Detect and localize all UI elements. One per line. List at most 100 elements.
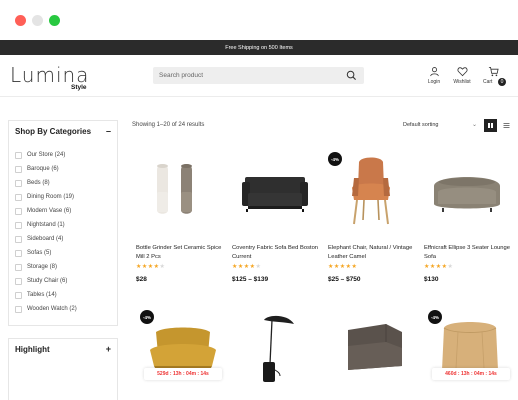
category-item[interactable]: Wooden Watch (2) — [15, 302, 77, 316]
maximize-window-button[interactable] — [49, 15, 60, 26]
spice-mill-image — [157, 164, 192, 214]
cart-icon — [488, 66, 499, 77]
category-item[interactable]: Baroque (6) — [15, 162, 77, 176]
category-item[interactable]: Dining Room (19) — [15, 190, 77, 204]
sofa-bed-image — [242, 177, 308, 212]
search-icon[interactable] — [346, 70, 357, 81]
category-label: Nightstand (1) — [27, 222, 65, 228]
product-price: $125 – $139 — [232, 276, 269, 283]
categories-collapse-button[interactable]: – — [106, 126, 111, 136]
sale-countdown: 460d : 13h : 04m : 14s — [432, 368, 510, 380]
lounge-sofa-image — [434, 177, 500, 212]
wishlist-button[interactable]: Wishlist — [447, 66, 477, 85]
category-label: Sideboard (4) — [27, 236, 64, 242]
category-checkbox[interactable] — [15, 291, 22, 299]
categories-panel: Shop By Categories – Our Store (24) Baro… — [8, 120, 118, 326]
category-label: Sofas (5) — [27, 250, 52, 256]
category-checkbox[interactable] — [15, 263, 22, 271]
sort-value: Default sorting — [403, 122, 439, 128]
category-item[interactable]: Modern Vase (6) — [15, 204, 77, 218]
close-window-button[interactable] — [15, 15, 26, 26]
product-name[interactable]: Coventry Fabric Sofa Bed Boston Current — [232, 244, 322, 261]
login-label: Login — [427, 79, 441, 85]
category-checkbox[interactable] — [15, 165, 22, 173]
wood-stool-image — [442, 322, 498, 370]
leather-chair-image — [352, 157, 390, 225]
sale-countdown: 529d : 13h : 04m : 14s — [144, 368, 222, 380]
product-image[interactable] — [428, 310, 514, 396]
discount-badge: -4% — [328, 152, 342, 166]
category-checkbox[interactable] — [15, 207, 22, 215]
category-item[interactable]: Sofas (5) — [15, 246, 77, 260]
category-checkbox[interactable] — [15, 179, 22, 187]
product-image[interactable] — [328, 152, 414, 238]
category-item[interactable]: Our Store (24) — [15, 148, 77, 162]
wishlist-label: Wishlist — [453, 79, 471, 85]
category-checkbox[interactable] — [15, 235, 22, 243]
category-checkbox[interactable] — [15, 151, 22, 159]
product-image[interactable] — [332, 310, 418, 396]
discount-badge: -4% — [428, 310, 442, 324]
category-label: Study Chair (6) — [27, 278, 68, 284]
highlight-title: Highlight — [15, 345, 50, 354]
product-image[interactable] — [136, 152, 222, 238]
cart-button[interactable]: Cart 0 — [478, 66, 508, 86]
category-item[interactable]: Storage (8) — [15, 260, 77, 274]
sort-select[interactable]: Default sorting ⌄ — [401, 119, 481, 132]
product-name[interactable]: Effnicraft Ellipse 3 Seater Lounge Sofa — [424, 244, 514, 261]
category-list: Our Store (24) Baroque (6) Beds (8) Dini… — [15, 148, 77, 316]
highlight-panel: Highlight + — [8, 338, 118, 400]
category-checkbox[interactable] — [15, 277, 22, 285]
product-rating: ★★★★★ — [232, 264, 262, 270]
category-checkbox[interactable] — [15, 193, 22, 201]
category-item[interactable]: Sideboard (4) — [15, 232, 77, 246]
list-view-button[interactable] — [500, 119, 513, 132]
heart-icon — [457, 67, 467, 77]
list-view-icon — [503, 123, 510, 128]
login-button[interactable]: Login — [419, 66, 449, 85]
product-image[interactable] — [232, 152, 318, 238]
grid-view-button[interactable] — [484, 119, 497, 132]
result-count: Showing 1–20 of 24 results — [132, 122, 205, 128]
floor-lamp-image — [263, 315, 294, 382]
product-rating: ★★★★★ — [136, 264, 166, 270]
announcement-bar: Free Shipping on 500 Items — [0, 40, 518, 55]
product-rating: ★★★★★ — [328, 264, 358, 270]
category-checkbox[interactable] — [15, 221, 22, 229]
category-label: Wooden Watch (2) — [27, 306, 77, 312]
category-label: Modern Vase (6) — [27, 208, 72, 214]
categories-title: Shop By Categories — [15, 127, 92, 136]
user-icon — [429, 67, 439, 77]
product-rating: ★★★★★ — [424, 264, 454, 270]
category-checkbox[interactable] — [15, 305, 22, 313]
search-input[interactable]: Search product — [159, 72, 203, 79]
category-item[interactable]: Study Chair (6) — [15, 274, 77, 288]
category-label: Beds (8) — [27, 180, 50, 186]
category-item[interactable]: Nightstand (1) — [15, 218, 77, 232]
site-header: Lumina Style Search product Login Wishli… — [0, 55, 518, 97]
highlight-expand-button[interactable]: + — [106, 344, 111, 354]
discount-badge: -4% — [140, 310, 154, 324]
window-chrome — [0, 0, 518, 40]
product-image[interactable] — [236, 310, 322, 396]
product-image[interactable] — [140, 310, 226, 396]
product-price: $28 — [136, 276, 147, 283]
category-item[interactable]: Tables (14) — [15, 288, 77, 302]
search-bar[interactable]: Search product — [153, 67, 364, 84]
cart-count-badge: 0 — [498, 78, 506, 86]
corner-sofa-image — [348, 324, 402, 370]
category-label: Baroque (6) — [27, 166, 59, 172]
category-label: Dining Room (19) — [27, 194, 75, 200]
chevron-down-icon: ⌄ — [471, 122, 477, 128]
category-checkbox[interactable] — [15, 249, 22, 257]
product-name[interactable]: Elephant Chair, Natural / Vintage Leathe… — [328, 244, 418, 261]
lounge-chair-image — [150, 327, 216, 370]
category-label: Storage (8) — [27, 264, 58, 270]
product-name[interactable]: Bottle Grinder Set Ceramic Spice Mill 2 … — [136, 244, 226, 261]
announcement-text: Free Shipping on 500 Items — [225, 44, 293, 51]
category-label: Our Store (24) — [27, 152, 66, 158]
minimize-window-button[interactable] — [32, 15, 43, 26]
category-item[interactable]: Beds (8) — [15, 176, 77, 190]
product-image[interactable] — [424, 152, 510, 238]
product-price: $25 – $750 — [328, 276, 361, 283]
